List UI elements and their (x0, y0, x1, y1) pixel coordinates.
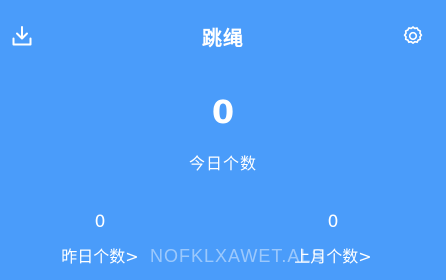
jump-rope-screen: 跳绳 0 今日个数 0 昨日个数> 0 上月个数> NOFKLXAWET.ALS (0, 0, 446, 280)
yesterday-stat: 0 昨日个数> (30, 211, 170, 268)
today-count-value: 0 (211, 93, 235, 131)
yesterday-count-link[interactable]: 昨日个数> (30, 246, 170, 268)
today-count-label: 今日个数 (188, 154, 257, 173)
page-title: 跳绳 (202, 26, 244, 50)
gear-icon[interactable] (402, 25, 424, 47)
watermark: NOFKLXAWET.ALS (150, 246, 325, 266)
last-month-count-value: 0 (327, 212, 339, 232)
yesterday-count-value: 0 (94, 212, 106, 232)
